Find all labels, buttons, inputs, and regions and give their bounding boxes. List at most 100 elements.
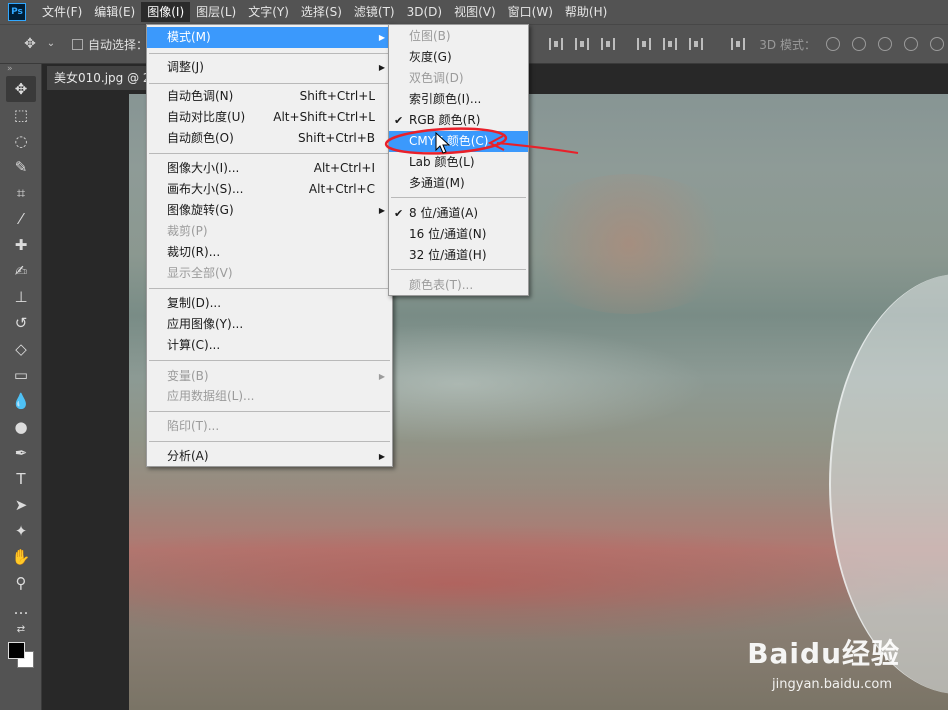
menu-separator	[391, 197, 526, 198]
custom-shape-tool-icon[interactable]: ✦	[6, 518, 36, 544]
submenu-arrow-icon: ▶	[378, 206, 385, 215]
foreground-color-swatch[interactable]	[8, 642, 25, 659]
mode-3d-label: 3D 模式：	[759, 37, 816, 52]
background-blur-flowers	[129, 524, 948, 644]
blur-tool-icon[interactable]: 💧	[6, 388, 36, 414]
menu-item-image-rotation[interactable]: 图像旋转(G) ▶	[147, 200, 392, 221]
auto-select-checkbox[interactable]	[72, 38, 83, 50]
submenu-arrow-icon: ▶	[378, 63, 385, 72]
menu-separator	[149, 360, 390, 361]
image-menu-dropdown: 模式(M) ▶ 调整(J) ▶ 自动色调(N) Shift+Ctrl+L 自动对比度(…	[146, 24, 393, 467]
move-tool-icon[interactable]: ✥	[6, 76, 36, 102]
healing-brush-tool-icon[interactable]: ✚	[6, 232, 36, 258]
quick-select-tool-icon[interactable]: ✎	[6, 154, 36, 180]
menu-item-trim[interactable]: 裁切(R)...	[147, 242, 392, 263]
brush-tool-icon[interactable]: ✍	[6, 258, 36, 284]
align-left-icon[interactable]	[637, 38, 652, 50]
menu-type[interactable]: 文字(Y)	[242, 2, 295, 22]
mode-item-8-bit[interactable]: ✔ 8 位/通道(A)	[389, 203, 528, 224]
menu-item-mode[interactable]: 模式(M) ▶	[147, 27, 392, 48]
mode-item-lab-color[interactable]: Lab 颜色(L)	[389, 152, 528, 173]
align-hcenter-icon[interactable]	[663, 38, 678, 50]
marquee-tool-icon[interactable]: ⬚	[6, 102, 36, 128]
menu-item-crop: 裁剪(P)	[167, 224, 208, 238]
color-swatches[interactable]	[6, 640, 40, 674]
mode-item-rgb-color[interactable]: ✔ RGB 颜色(R)	[389, 110, 528, 131]
align-bottom-icon[interactable]	[601, 38, 616, 50]
align-top-icon[interactable]	[549, 38, 564, 50]
hand-tool-icon[interactable]: ✋	[6, 544, 36, 570]
eyedropper-tool-icon[interactable]: ⁄	[6, 206, 36, 232]
menu-3d[interactable]: 3D(D)	[401, 2, 448, 22]
tool-preset-chevron-icon[interactable]: ⌄	[43, 36, 59, 52]
menu-item-auto-color[interactable]: 自动颜色(O) Shift+Ctrl+B	[147, 128, 392, 149]
menu-file[interactable]: 文件(F)	[36, 2, 88, 22]
menu-view[interactable]: 视图(V)	[448, 2, 502, 22]
menu-separator	[149, 53, 390, 54]
menu-item-apply-image[interactable]: 应用图像(Y)...	[147, 314, 392, 335]
baidu-watermark-logo: Baidu经验	[747, 637, 900, 670]
swap-colors-icon[interactable]: ⇄	[6, 622, 36, 636]
mode-item-32-bit[interactable]: 32 位/通道(H)	[389, 245, 528, 266]
menu-item-image-size[interactable]: 图像大小(I)... Alt+Ctrl+I	[147, 158, 392, 179]
menu-item-analysis[interactable]: 分析(A) ▶	[147, 446, 392, 467]
menu-separator	[149, 83, 390, 84]
mode-item-color-table: 颜色表(T)...	[409, 278, 474, 292]
menu-item-auto-contrast[interactable]: 自动对比度(U) Alt+Shift+Ctrl+L	[147, 107, 392, 128]
menu-bar: Ps 文件(F) 编辑(E) 图像(I) 图层(L) 文字(Y) 选择(S) 滤…	[0, 0, 948, 24]
gradient-tool-icon[interactable]: ▭	[6, 362, 36, 388]
submenu-arrow-icon: ▶	[378, 452, 385, 461]
menu-select[interactable]: 选择(S)	[295, 2, 348, 22]
mode-item-grayscale[interactable]: 灰度(G)	[389, 47, 528, 68]
menu-item-duplicate[interactable]: 复制(D)...	[147, 293, 392, 314]
menu-separator	[149, 411, 390, 412]
document-tab[interactable]: 美女010.jpg @ 25	[47, 66, 157, 90]
menu-item-auto-tone[interactable]: 自动色调(N) Shift+Ctrl+L	[147, 86, 392, 107]
menu-help[interactable]: 帮助(H)	[559, 2, 613, 22]
mode-item-indexed-color[interactable]: 索引颜色(I)...	[389, 89, 528, 110]
menu-separator	[149, 288, 390, 289]
tools-panel: » ✥ ⬚ ◌ ✎ ⌗ ⁄ ✚ ✍ ⊥ ↺ ◇ ▭ 💧 ● ✒ T ➤ ✦ ✋ …	[0, 64, 42, 710]
pen-tool-icon[interactable]: ✒	[6, 440, 36, 466]
mode-item-16-bit[interactable]: 16 位/通道(N)	[389, 224, 528, 245]
move-tool-icon[interactable]: ✥	[22, 36, 38, 52]
clone-stamp-tool-icon[interactable]: ⊥	[6, 284, 36, 310]
menu-item-calculations[interactable]: 计算(C)...	[147, 335, 392, 356]
menu-item-apply-data-set: 应用数据组(L)...	[167, 389, 255, 403]
distribute-icon[interactable]	[731, 38, 746, 50]
path-selection-tool-icon[interactable]: ➤	[6, 492, 36, 518]
align-vcenter-icon[interactable]	[575, 38, 590, 50]
zoom-tool-icon[interactable]: ⚲	[6, 570, 36, 596]
history-brush-tool-icon[interactable]: ↺	[6, 310, 36, 336]
mode-item-multichannel[interactable]: 多通道(M)	[389, 173, 528, 194]
auto-select-label: 自动选择：	[88, 37, 149, 52]
pan-3d-icon[interactable]	[878, 37, 892, 51]
checkmark-icon: ✔	[394, 114, 404, 127]
menu-separator	[149, 441, 390, 442]
lasso-tool-icon[interactable]: ◌	[6, 128, 36, 154]
panel-collapse-icon[interactable]: »	[0, 64, 41, 76]
slide-3d-icon[interactable]	[904, 37, 918, 51]
menu-item-adjustments[interactable]: 调整(J) ▶	[147, 57, 392, 78]
eraser-tool-icon[interactable]: ◇	[6, 336, 36, 362]
menu-layer[interactable]: 图层(L)	[190, 2, 242, 22]
scale-3d-icon[interactable]	[930, 37, 944, 51]
roll-3d-icon[interactable]	[852, 37, 866, 51]
orbit-3d-icon[interactable]	[826, 37, 840, 51]
checkmark-icon: ✔	[394, 207, 404, 220]
menu-filter[interactable]: 滤镜(T)	[348, 2, 401, 22]
crop-tool-icon[interactable]: ⌗	[6, 180, 36, 206]
type-tool-icon[interactable]: T	[6, 466, 36, 492]
mode-item-duotone: 双色调(D)	[409, 71, 464, 85]
menu-edit[interactable]: 编辑(E)	[88, 2, 141, 22]
menu-item-reveal-all: 显示全部(V)	[167, 266, 233, 280]
menu-item-canvas-size[interactable]: 画布大小(S)... Alt+Ctrl+C	[147, 179, 392, 200]
more-tools-icon[interactable]: …	[6, 596, 36, 622]
dodge-tool-icon[interactable]: ●	[6, 414, 36, 440]
align-right-icon[interactable]	[689, 38, 704, 50]
menu-window[interactable]: 窗口(W)	[502, 2, 559, 22]
mode-item-cmyk-color[interactable]: CMYK 颜色(C)	[389, 131, 528, 152]
baidu-watermark-url: jingyan.baidu.com	[772, 677, 892, 692]
menu-image[interactable]: 图像(I)	[141, 2, 191, 22]
submenu-arrow-icon: ▶	[378, 372, 385, 381]
